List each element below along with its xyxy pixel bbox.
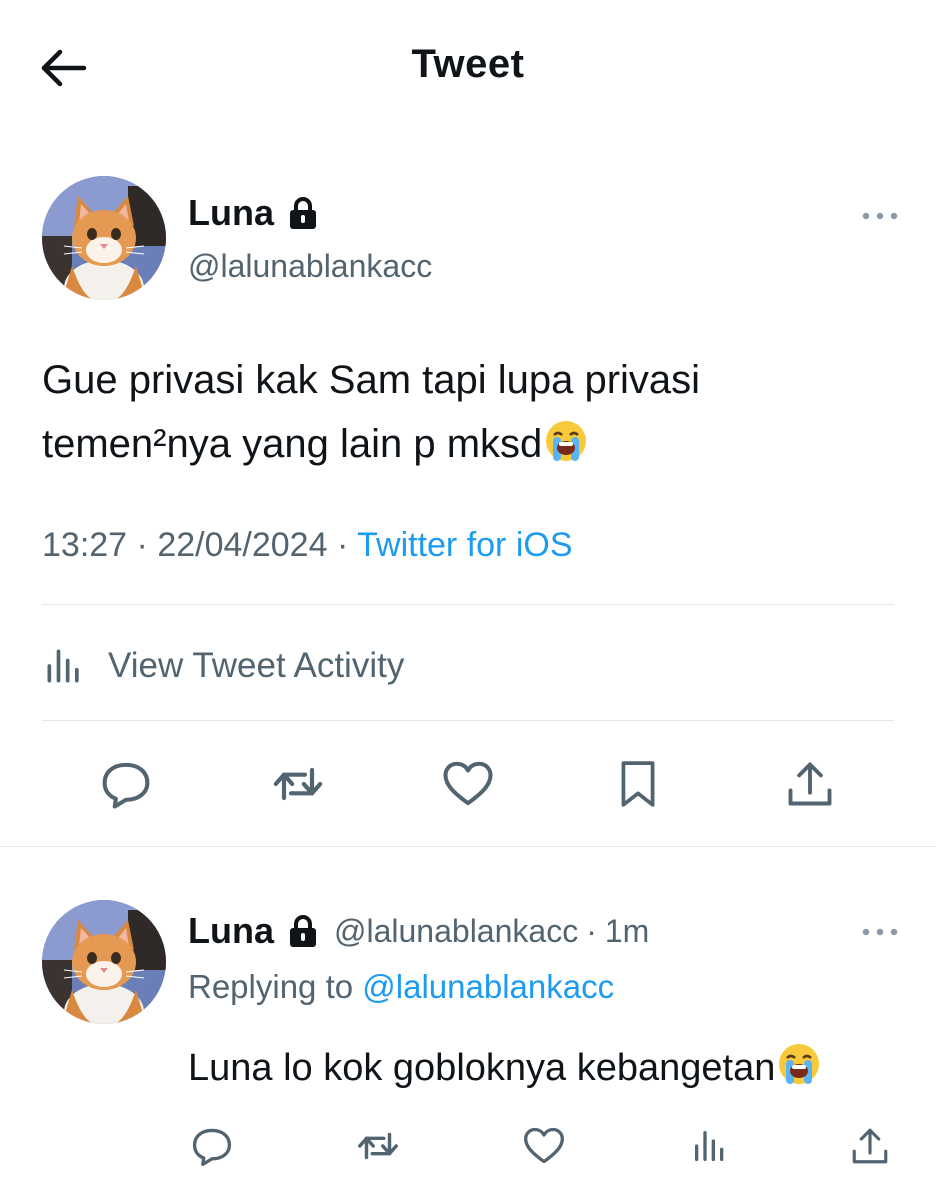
tweet-text: Gue privasi kak Sam tapi lupa privasi te… (42, 348, 902, 476)
author-name[interactable]: Luna (188, 192, 274, 234)
view-tweet-activity-button[interactable]: View Tweet Activity (42, 636, 404, 696)
retweet-icon (270, 756, 326, 812)
retweet-button[interactable] (266, 752, 330, 816)
reply-author-name[interactable]: Luna (188, 910, 274, 952)
replying-to-prefix: Replying to (188, 968, 354, 1005)
reply-time-ago: 1m (604, 912, 650, 949)
reply-like-button[interactable] (512, 1114, 576, 1178)
more-dots-icon (860, 208, 900, 224)
reply-icon (190, 1124, 234, 1168)
like-button[interactable] (436, 752, 500, 816)
more-dots-icon (860, 924, 900, 940)
tweet-meta: 13:27 · 22/04/2024 · Twitter for iOS (42, 526, 573, 565)
lock-icon (288, 196, 318, 230)
replying-to-mention-link[interactable]: @lalunablankacc (362, 968, 614, 1005)
tweet-text-line-2-text: temen²nya yang lain p mksd (42, 422, 543, 466)
analytics-icon (42, 644, 86, 688)
share-icon (784, 758, 836, 810)
avatar[interactable] (42, 176, 166, 300)
divider (42, 604, 894, 605)
reply-reply-button[interactable] (180, 1114, 244, 1178)
tweet-source-link[interactable]: Twitter for iOS (357, 526, 572, 564)
like-icon (441, 757, 495, 811)
loudly-crying-face-emoji-icon (544, 419, 588, 463)
meta-separator: · (136, 526, 148, 564)
meta-separator: · (336, 526, 349, 564)
more-options-button[interactable] (860, 208, 900, 224)
reply-avatar[interactable] (42, 900, 166, 1024)
section-divider (0, 846, 936, 847)
author-row: Luna (188, 192, 318, 234)
like-icon (522, 1124, 566, 1168)
reply-text: Luna lo kok gobloknya kebangetan (188, 1042, 821, 1090)
reply-retweet-button[interactable] (346, 1114, 410, 1178)
divider (42, 720, 894, 721)
bookmark-button[interactable] (606, 752, 670, 816)
reply-button[interactable] (94, 752, 158, 816)
reply-share-button[interactable] (838, 1114, 902, 1178)
replying-to-line: Replying to @lalunablankacc (188, 968, 614, 1006)
page-title: Tweet (411, 42, 525, 86)
views-icon (690, 1126, 730, 1166)
reply-meta-separator: · (586, 912, 597, 949)
tweet-time: 13:27 (42, 526, 128, 564)
reply-text-content: Luna lo kok gobloknya kebangetan (188, 1047, 776, 1089)
share-button[interactable] (778, 752, 842, 816)
author-handle[interactable]: @lalunablankacc (188, 248, 432, 285)
reply-more-options-button[interactable] (860, 924, 900, 940)
loudly-crying-face-emoji-icon (777, 1042, 821, 1086)
lock-icon (288, 914, 318, 948)
tweet-date: 22/04/2024 (157, 526, 328, 564)
retweet-icon (355, 1123, 401, 1169)
reply-icon (99, 757, 153, 811)
reply-views-button[interactable] (678, 1114, 742, 1178)
bookmark-icon (613, 757, 663, 811)
tweet-text-line-1: Gue privasi kak Sam tapi lupa privasi (42, 358, 701, 402)
reply-author-row: Luna @lalunablankacc · 1m (188, 910, 649, 952)
tweet-text-line-2: temen²nya yang lain p mksd (42, 412, 902, 476)
reply-author-handle[interactable]: @lalunablankacc (334, 913, 578, 950)
view-tweet-activity-label: View Tweet Activity (108, 646, 405, 685)
share-icon (849, 1125, 891, 1167)
